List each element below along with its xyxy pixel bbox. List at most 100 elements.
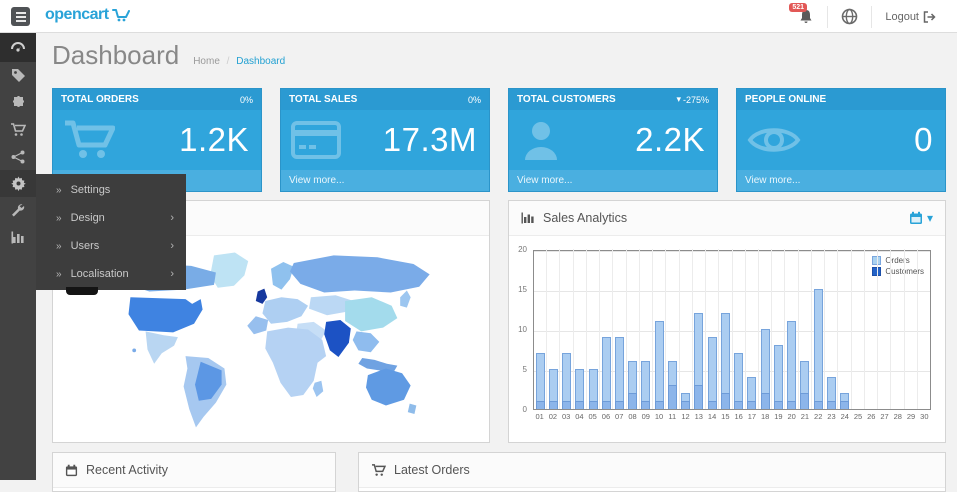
x-tick-label: 21 [798,412,811,421]
sidebar-item-sales[interactable] [0,116,36,143]
opencart-logo[interactable]: opencart [45,6,130,24]
orders-bar [708,337,717,409]
sales-chart: 05101520 Orders Customers 01020304050607… [509,236,945,421]
sidebar-item-marketing[interactable] [0,143,36,170]
customers-bar [589,401,598,409]
customers-bar [655,401,664,409]
chart-slot [785,249,798,409]
x-tick-label: 27 [878,412,891,421]
chart-slot [759,249,772,409]
sales-analytics-header: Sales Analytics ▾ [509,201,945,236]
chevron-right-icon: › [170,212,174,224]
tile-title: TOTAL ORDERS [61,94,139,105]
x-tick-label: 16 [732,412,745,421]
tile-value: 1.2K [179,121,249,159]
chart-slot [799,249,812,409]
submenu-item-label: Localisation [71,268,129,280]
y-tick-label: 0 [511,405,527,414]
gear-icon [11,176,26,191]
orders-bar [615,337,624,409]
customers-bar [562,401,571,409]
chart-slot [865,249,878,409]
submenu-item-label: Design [71,212,105,224]
chart-slot [693,249,706,409]
sidebar-item-dashboard[interactable] [0,33,36,62]
date-range-button[interactable]: ▾ [909,211,933,225]
menu-toggle-button[interactable] [11,7,30,26]
double-chevron-icon: » [56,241,62,252]
submenu-item-settings[interactable]: » Settings [36,176,186,204]
bar-chart-icon [11,231,26,244]
sidebar-item-extensions[interactable] [0,89,36,116]
logout-icon [923,11,936,23]
tile-title: PEOPLE ONLINE [745,94,826,105]
customers-bar [602,401,611,409]
calendar-icon [909,211,923,225]
chart-slot [746,249,759,409]
recent-activity-panel: Recent Activity [52,452,336,492]
tile-total-customers: TOTAL CUSTOMERS ▾-275% 2.2K View more... [508,88,718,192]
y-tick-label: 5 [511,365,527,374]
tile-title: TOTAL SALES [289,94,357,105]
orders-bar [814,289,823,409]
x-tick-label: 13 [692,412,705,421]
view-more-link[interactable]: View more... [737,170,945,191]
sidebar-item-catalog[interactable] [0,62,36,89]
customers-bar [774,401,783,409]
customers-bar [615,401,624,409]
tile-value: 2.2K [635,121,705,159]
stores-button[interactable] [828,0,871,33]
bar-chart-icon [521,212,535,224]
customers-bar [694,385,703,409]
x-tick-label: 11 [666,412,679,421]
globe-icon [841,8,858,25]
submenu-item-design[interactable]: »Design› [36,204,186,232]
customers-bar [814,401,823,409]
x-tick-label: 05 [586,412,599,421]
x-tick-label: 17 [745,412,758,421]
notifications-button[interactable]: 521 [785,0,827,33]
sales-chart-ylabels: 05101520 [513,246,529,414]
x-tick-label: 28 [891,412,904,421]
sidebar-item-reports[interactable] [0,224,36,251]
chart-slot [852,249,865,409]
orders-bar [774,345,783,409]
chart-slot [772,249,785,409]
tile-change: -275% [683,95,709,105]
chart-slot [706,249,719,409]
top-header: opencart 521 Logout [0,0,957,33]
y-tick-label: 10 [511,325,527,334]
submenu-item-label: Settings [71,184,111,196]
breadcrumb-home-link[interactable]: Home [193,56,220,67]
panel-title: Recent Activity [86,463,168,477]
chart-slot [812,249,825,409]
x-tick-label: 29 [904,412,917,421]
customers-bar [787,401,796,409]
latest-orders-panel: Latest Orders [358,452,946,492]
double-chevron-icon: » [56,185,62,196]
cart-icon [371,464,386,477]
tile-total-sales: TOTAL SALES 0% 17.3M View more... [280,88,490,192]
submenu-item-users[interactable]: »Users› [36,232,186,260]
logout-button[interactable]: Logout [872,0,949,33]
customers-bar [681,401,690,409]
sidebar-item-system[interactable] [0,170,36,197]
breadcrumb-current-link[interactable]: Dashboard [236,56,285,67]
view-more-link[interactable]: View more... [509,170,717,191]
caret-down-icon: ▾ [927,211,933,225]
chart-slot [733,249,746,409]
customers-bar [668,385,677,409]
tile-title: TOTAL CUSTOMERS [517,94,616,105]
view-more-link[interactable]: View more... [281,170,489,191]
tile-change: 0% [468,95,481,105]
x-tick-label: 02 [546,412,559,421]
sales-analytics-panel: Sales Analytics ▾ 05101520 Orders Custom… [508,200,946,443]
x-tick-label: 08 [626,412,639,421]
x-tick-label: 01 [533,412,546,421]
x-tick-label: 26 [865,412,878,421]
x-tick-label: 10 [652,412,665,421]
submenu-item-localisation[interactable]: »Localisation› [36,260,186,288]
sidebar-item-tools[interactable] [0,197,36,224]
latest-orders-header: Latest Orders [359,453,945,488]
customers-bar [708,401,717,409]
